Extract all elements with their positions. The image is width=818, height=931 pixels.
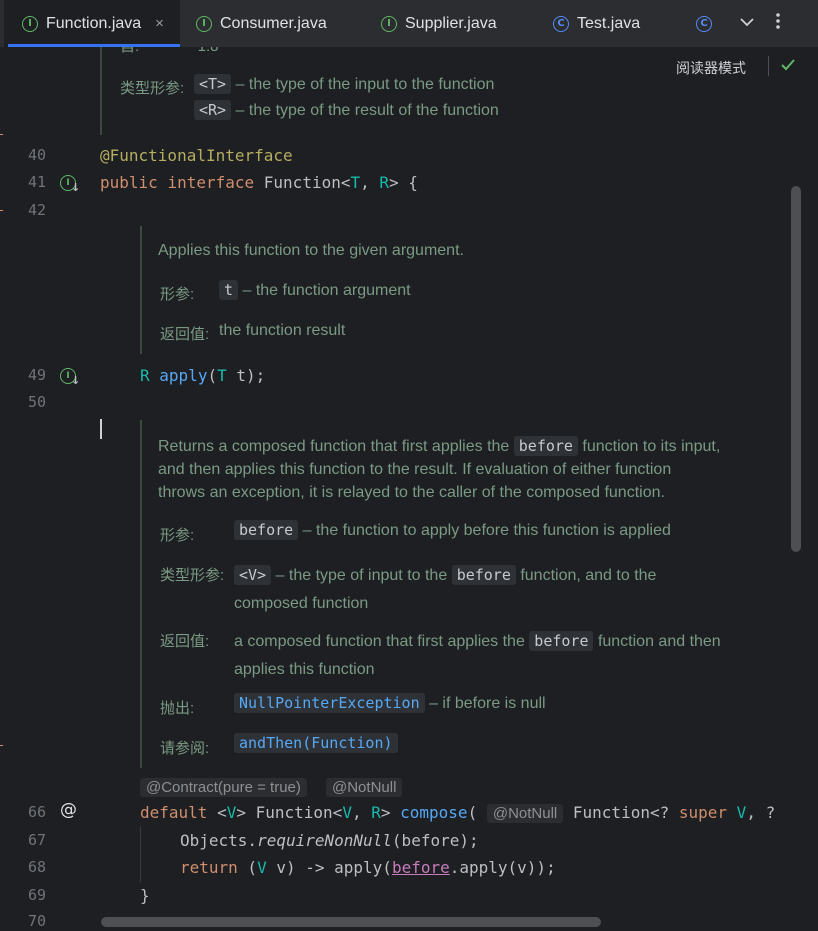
doc-text: – the type of the result of the function (235, 102, 499, 119)
code-line-66[interactable]: default <V> Function<V, R> compose( @Not… (140, 803, 775, 823)
see-also-link[interactable]: andThen(Function) (234, 733, 398, 753)
check-icon (780, 58, 796, 77)
doc-cutoff-row: 自: 1.8 (120, 47, 320, 55)
doc-text: – the function argument (242, 282, 411, 299)
doc-summary: Returns a composed function that first a… (158, 436, 721, 501)
interface-icon: I (196, 15, 212, 32)
code-chip: before (234, 520, 299, 540)
doc-text: 1.8 (198, 47, 219, 55)
doc-label: 形参: (160, 527, 195, 544)
line-number: 70 (28, 912, 47, 930)
annotation-gutter-icon[interactable]: @ (60, 800, 77, 820)
code-chip: <R> (194, 100, 232, 120)
line-number: 69 (28, 886, 47, 904)
code-line-68[interactable]: return (V v) -> apply(before.apply(v)); (180, 858, 556, 877)
editor-tab-bar: I Function.java × I Consumer.java I Supp… (0, 0, 818, 47)
more-options-icon[interactable] (776, 12, 780, 35)
doc-row: <T> – the type of the input to the funct… (194, 74, 495, 94)
text-caret (100, 419, 102, 439)
doc-border (140, 420, 142, 768)
inferred-annotation-hint: @NotNull (326, 778, 403, 797)
reader-mode-button[interactable]: 阅读器模式 (676, 58, 746, 78)
implementations-gutter-icon[interactable]: I ↓ (60, 368, 80, 387)
line-number: 66 (28, 803, 47, 821)
code-line-40[interactable]: @FunctionalInterface (100, 146, 293, 165)
line-number: 49 (28, 366, 47, 384)
doc-text: the function result (219, 322, 346, 339)
code-line-41[interactable]: public interface Function<T, R> { (100, 173, 418, 192)
inferred-annotation-hint: @Contract(pure = true) (140, 778, 307, 797)
doc-text: – the type of the input to the function (235, 76, 495, 93)
tab-label: Supplier.java (405, 14, 497, 32)
divider (768, 56, 769, 76)
line-number: 42 (28, 201, 47, 219)
tab-supplier-java[interactable]: I Supplier.java (381, 0, 497, 47)
doc-row: t – the function argument (219, 280, 411, 300)
tab-overflow-partial[interactable]: C (696, 0, 720, 47)
doc-border (100, 47, 102, 135)
doc-label: 自: (120, 47, 139, 55)
tab-function-java[interactable]: I Function.java × (4, 0, 180, 47)
doc-label: 请参阅: (160, 740, 210, 757)
code-chip: before (451, 565, 516, 585)
close-icon[interactable]: × (155, 15, 164, 32)
line-number: 40 (28, 146, 47, 164)
doc-label: 类型形参: (160, 567, 225, 584)
vertical-scrollbar[interactable] (791, 186, 801, 552)
horizontal-scrollbar[interactable] (101, 917, 601, 927)
doc-row: andThen(Function) (234, 733, 398, 753)
line-number: 67 (28, 831, 47, 849)
throws-link[interactable]: NullPointerException (234, 693, 425, 713)
doc-row: before – the function to apply before th… (234, 520, 671, 540)
code-chip: t (219, 280, 239, 300)
edge-marker (0, 134, 3, 135)
doc-border (140, 226, 142, 354)
line-number: 41 (28, 173, 47, 191)
interface-icon: I (381, 15, 397, 32)
tab-label: Function.java (46, 14, 142, 32)
doc-row: a composed function that first applies t… (234, 631, 721, 678)
chevron-down-icon[interactable] (740, 12, 754, 32)
code-chip: before (529, 631, 594, 651)
class-icon: C (553, 15, 569, 32)
code-line-49[interactable]: R apply(T t); (140, 366, 265, 385)
code-line-67[interactable]: Objects.requireNonNull(before); (180, 831, 479, 850)
line-number: 50 (28, 393, 47, 411)
doc-row: <V> – the type of input to the before fu… (234, 565, 657, 612)
doc-summary: Applies this function to the given argum… (158, 242, 464, 259)
code-chip: <V> (234, 565, 272, 585)
doc-row: NullPointerException – if before is null (234, 693, 546, 713)
doc-label: 抛出: (160, 700, 195, 717)
doc-label: 返回值: (160, 633, 210, 650)
class-icon: C (696, 15, 712, 32)
line-number: 68 (28, 858, 47, 876)
implementations-gutter-icon[interactable]: I ↓ (60, 175, 80, 194)
tab-label: Test.java (577, 14, 641, 32)
indent-guide (140, 826, 141, 882)
doc-row: <R> – the type of the result of the func… (194, 100, 499, 120)
tab-test-java[interactable]: C Test.java (553, 0, 640, 47)
doc-label: 形参: (160, 286, 195, 303)
tab-label: Consumer.java (220, 14, 327, 32)
doc-label: 返回值: (160, 326, 210, 343)
inferred-annotation-hint: @NotNull (486, 804, 564, 823)
edge-marker (0, 210, 3, 211)
doc-label: 类型形参: (120, 80, 185, 97)
code-line-69[interactable]: } (140, 886, 150, 905)
interface-icon: I (22, 15, 38, 32)
code-chip: before (513, 436, 578, 456)
code-chip: <T> (194, 74, 232, 94)
tab-consumer-java[interactable]: I Consumer.java (196, 0, 327, 47)
edge-marker (0, 745, 3, 746)
